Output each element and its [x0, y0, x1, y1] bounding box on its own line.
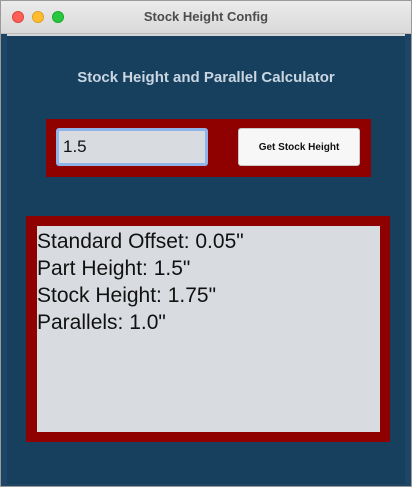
input-panel: Get Stock Height [46, 119, 371, 177]
parallels-line: Parallels: 1.0" [37, 311, 166, 334]
standard-offset-line: Standard Offset: 0.05" [37, 230, 244, 253]
stock-height-line: Stock Height: 1.75" [37, 284, 217, 307]
app-window: Stock Height Config Stock Height and Par… [0, 0, 412, 487]
title-bar[interactable]: Stock Height Config [1, 1, 411, 34]
part-height-input[interactable] [56, 128, 208, 166]
main-content: Stock Height and Parallel Calculator Get… [7, 34, 405, 484]
get-stock-height-button[interactable]: Get Stock Height [238, 128, 360, 166]
window-title: Stock Height Config [143, 9, 269, 24]
output-panel: Standard Offset: 0.05" Part Height: 1.5"… [26, 216, 390, 442]
part-height-line: Part Height: 1.5" [37, 257, 191, 280]
output-text-area[interactable]: Standard Offset: 0.05" Part Height: 1.5"… [37, 226, 380, 432]
page-heading: Stock Height and Parallel Calculator [77, 69, 335, 86]
